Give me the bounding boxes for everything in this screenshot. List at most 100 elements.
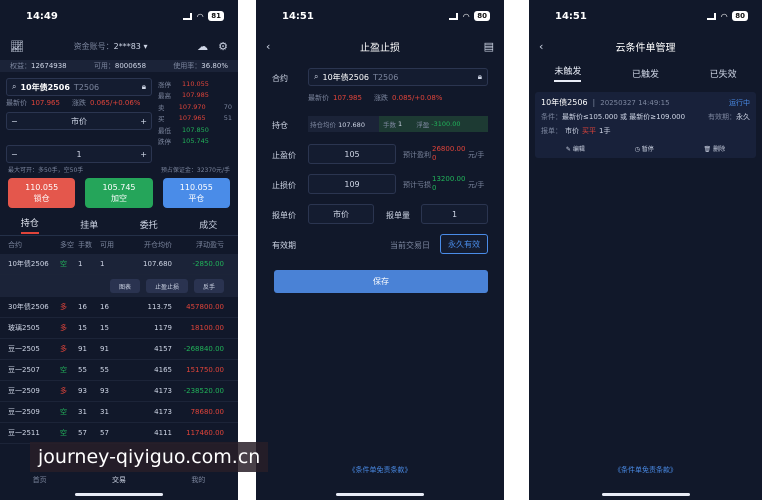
cloud-icon[interactable]: ☁ (197, 40, 208, 53)
positions-table: 10年债2506 空 1 1 107.680 -2850.00 图表 止盈止损 反手 30年债25… (0, 254, 238, 444)
tab-pending[interactable]: 挂单 (80, 218, 98, 231)
reverse-button[interactable]: 反手 (193, 279, 224, 293)
contract-code: T2506 (373, 72, 399, 82)
tab-untriggered[interactable]: 未触发 (554, 64, 582, 82)
stop-loss-label: 止损价 (272, 181, 296, 190)
position-avg: 107.680 (338, 121, 365, 129)
search-icon: ⌕ (12, 82, 17, 91)
card-order-side: 买平 (582, 127, 596, 135)
account-stats: 权益：12674938 可用：8000658 使用率：36.80% (0, 60, 238, 72)
plus-icon[interactable]: + (140, 150, 147, 159)
tab-positions[interactable]: 持仓 (20, 216, 39, 234)
take-profit-input[interactable]: 105 (308, 144, 396, 164)
tab-orders[interactable]: 委托 (140, 218, 158, 231)
quote-table: 涨停 110.055 最高 107.985 卖 107.970 70 买 107.965 51 最低… (158, 78, 232, 163)
nav-me[interactable]: 我的 (191, 475, 205, 485)
tab-triggered[interactable]: 已触发 (632, 67, 659, 80)
tp-estimate: 26800.00 (432, 145, 466, 153)
signal-icon (707, 12, 717, 20)
gear-icon[interactable]: ⚙ (218, 40, 228, 53)
change-value: 0.085/+0.08% (391, 94, 443, 102)
page-title: 止盈止损 (360, 42, 400, 54)
change-label: 涨跌 (373, 94, 388, 102)
lock-icon[interactable]: 🔒︎ (478, 72, 482, 82)
quote-row: 跌停 105.745 (158, 137, 209, 147)
quantity-stepper[interactable]: − 1 + (6, 145, 152, 163)
change-label: 涨跌 (71, 99, 86, 107)
lock-position-button[interactable]: 110.055 锁仓 (8, 178, 76, 208)
quantity-value: 1 (76, 149, 82, 159)
contract-name: 10年债2506 (322, 72, 370, 82)
table-row[interactable]: 豆一2505 多 91 91 4157 -268840.00 (0, 339, 238, 360)
minus-icon[interactable]: − (11, 117, 18, 126)
table-row[interactable]: 30年债2506 多 16 16 113.75 457800.00 (0, 297, 238, 318)
stop-loss-input[interactable]: 109 (308, 174, 396, 194)
battery-icon: 81 (208, 11, 224, 21)
usage-value: 36.80% (201, 62, 228, 70)
chart-button[interactable]: 图表 (109, 279, 140, 293)
table-row[interactable]: 豆一2509 多 93 93 4173 -238520.00 (0, 381, 238, 402)
pause-button[interactable]: ◷ 暂停 (635, 144, 654, 153)
card-contract: 10年债2506 (541, 98, 588, 107)
watermark: journey-qiyiguo.com.cn (30, 442, 269, 472)
equity-label: 权益： (10, 62, 31, 70)
table-row[interactable]: 10年债2506 空 1 1 107.680 -2850.00 (0, 254, 238, 275)
card-order-price: 市价 (565, 127, 579, 135)
card-condition: 最新价≤105.000 或 最新价≥109.000 (562, 113, 686, 121)
last-price-label: 最新价 (308, 94, 329, 102)
quote-row: 涨停 110.055 (158, 79, 209, 89)
table-row[interactable]: 豆一2507 空 55 55 4165 151750.00 (0, 360, 238, 381)
nav-home[interactable]: 首页 (33, 475, 47, 485)
card-date: 20250327 14:49:15 (600, 98, 670, 107)
tab-trades[interactable]: 成交 (199, 218, 217, 231)
nav-trade[interactable]: 交易 (112, 475, 126, 485)
edit-button[interactable]: ✎ 编辑 (566, 144, 585, 153)
table-row[interactable]: 豆一2511 空 57 57 4111 117460.00 (0, 423, 238, 444)
change-value: 0.065/+0.06% (89, 99, 141, 107)
quote-row: 买 107.965 51 (158, 114, 232, 124)
margin-info: 预占保证金：32370元/手 (160, 167, 230, 174)
plus-icon[interactable]: + (140, 117, 147, 126)
add-short-button[interactable]: 105.745 加空 (85, 178, 153, 208)
terms-link[interactable]: 《条件单免责条款》 (529, 465, 762, 475)
account-label: 资金账号： (73, 41, 114, 51)
search-icon: ⌕ (314, 72, 319, 81)
quote-row: 最低 107.850 (158, 125, 209, 135)
status-bar: 14:51 ◠ 80 (529, 0, 762, 32)
minus-icon[interactable]: − (11, 150, 18, 159)
chart-icon[interactable]: 📈︎ (10, 40, 24, 53)
take-profit-stop-loss-screen: 14:51 ◠ 80 ‹ 止盈止损 ▤ 合约 ⌕ 10年债2506 T2506 🔒… (256, 0, 504, 500)
table-row[interactable]: 玻璃2505 多 15 15 1179 18100.00 (0, 318, 238, 339)
contract-search[interactable]: ⌕ 10年债2506 T2506 🔒︎ (308, 68, 488, 86)
available-label: 可用： (93, 62, 115, 70)
status-tabs: 未触发 已触发 已失效 (529, 60, 762, 86)
signal-icon (183, 12, 193, 20)
battery-icon: 80 (732, 11, 748, 21)
close-position-button[interactable]: 110.055 平仓 (162, 178, 230, 208)
tab-expired[interactable]: 已失效 (710, 67, 737, 80)
cloud-conditional-order-screen: 14:51 ◠ 80 ‹ 云条件单管理 未触发 已触发 已失效 10年债2506 … (529, 0, 762, 500)
delete-button[interactable]: 🗑︎ 删除 (704, 144, 726, 153)
trash-icon: 🗑︎ (703, 146, 712, 153)
condition-order-card[interactable]: 10年债2506 | 20250327 14:49:15 运行中 条件： 最新价≤… (535, 92, 756, 158)
card-order-qty: 1手 (599, 127, 611, 135)
order-qty-input[interactable]: 1 (421, 204, 488, 224)
lock-icon[interactable]: 🔒︎ (142, 82, 146, 92)
usage-label: 使用率： (173, 62, 202, 70)
price-mode: 市价 (71, 116, 87, 126)
validity-permanent[interactable]: 永久有效 (440, 234, 488, 254)
quote-row: 最高 107.985 (158, 91, 209, 101)
table-row[interactable]: 豆一2509 空 31 31 4173 78680.00 (0, 402, 238, 423)
contract-search[interactable]: ⌕ 10年债2506 T2506 🔒︎ (6, 78, 152, 96)
status-bar: 14:49 ◠ 81 (0, 0, 238, 32)
order-price-input[interactable]: 市价 (308, 204, 374, 224)
price-mode-stepper[interactable]: − 市价 + (6, 112, 152, 130)
terms-link[interactable]: 《条件单免责条款》 (256, 465, 504, 475)
tp-sl-button[interactable]: 止盈止损 (145, 279, 188, 293)
sl-estimate: 13200.00 (432, 175, 466, 183)
save-button[interactable]: 保存 (274, 270, 488, 293)
edit-icon: ✎ (565, 146, 571, 153)
order-qty-label: 报单量 (386, 211, 410, 220)
validity-current-day[interactable]: 当前交易日 (390, 240, 430, 251)
account-selector[interactable]: 2***83 (114, 42, 141, 51)
